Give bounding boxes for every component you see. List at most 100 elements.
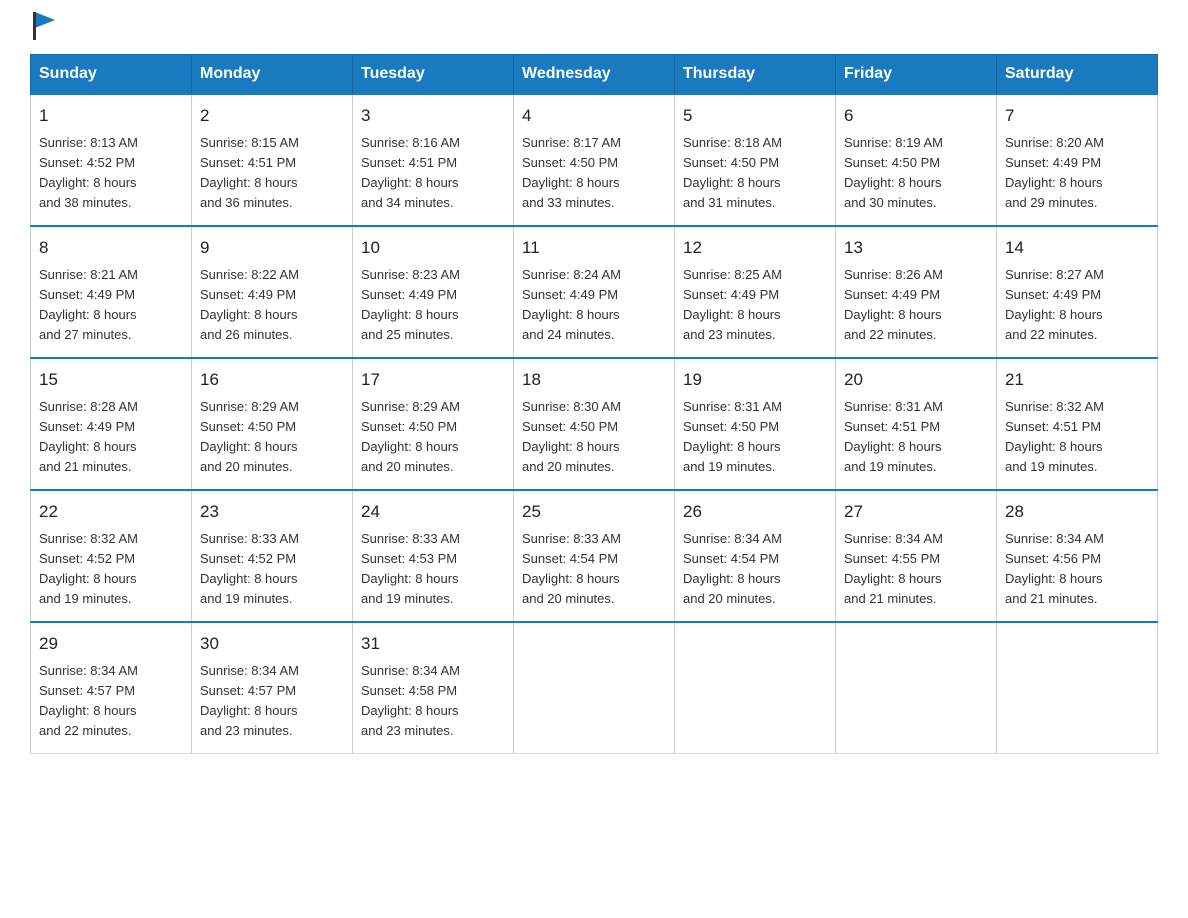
- day-number: 27: [844, 499, 988, 525]
- calendar-day-cell: 9 Sunrise: 8:22 AMSunset: 4:49 PMDaylight…: [192, 226, 353, 358]
- day-number: 4: [522, 103, 666, 129]
- day-info: Sunrise: 8:33 AMSunset: 4:52 PMDaylight:…: [200, 529, 344, 610]
- weekday-header-row: SundayMondayTuesdayWednesdayThursdayFrid…: [31, 55, 1158, 95]
- calendar-day-cell: 8 Sunrise: 8:21 AMSunset: 4:49 PMDaylight…: [31, 226, 192, 358]
- calendar-day-cell: 10Sunrise: 8:23 AMSunset: 4:49 PMDayligh…: [353, 226, 514, 358]
- day-info: Sunrise: 8:28 AMSunset: 4:49 PMDaylight:…: [39, 397, 183, 478]
- day-info: Sunrise: 8:25 AMSunset: 4:49 PMDaylight:…: [683, 265, 827, 346]
- day-number: 16: [200, 367, 344, 393]
- weekday-header-wednesday: Wednesday: [514, 55, 675, 95]
- calendar-week-row: 22Sunrise: 8:32 AMSunset: 4:52 PMDayligh…: [31, 490, 1158, 622]
- day-info: Sunrise: 8:33 AMSunset: 4:54 PMDaylight:…: [522, 529, 666, 610]
- day-number: 10: [361, 235, 505, 261]
- day-info: Sunrise: 8:18 AMSunset: 4:50 PMDaylight:…: [683, 133, 827, 214]
- day-info: Sunrise: 8:29 AMSunset: 4:50 PMDaylight:…: [200, 397, 344, 478]
- day-info: Sunrise: 8:17 AMSunset: 4:50 PMDaylight:…: [522, 133, 666, 214]
- day-number: 11: [522, 235, 666, 261]
- day-number: 17: [361, 367, 505, 393]
- calendar-day-cell: 15 Sunrise: 8:28 AMSunset: 4:49 PMDayligh…: [31, 358, 192, 490]
- calendar-week-row: 29 Sunrise: 8:34 AMSunset: 4:57 PMDayligh…: [31, 622, 1158, 754]
- calendar-day-cell: 28 Sunrise: 8:34 AMSunset: 4:56 PMDayligh…: [997, 490, 1158, 622]
- day-info: Sunrise: 8:22 AMSunset: 4:49 PMDaylight:…: [200, 265, 344, 346]
- calendar-day-cell: 17 Sunrise: 8:29 AMSunset: 4:50 PMDayligh…: [353, 358, 514, 490]
- calendar-day-cell: 1 Sunrise: 8:13 AMSunset: 4:52 PMDaylight…: [31, 94, 192, 226]
- day-number: 25: [522, 499, 666, 525]
- calendar-day-cell: [675, 622, 836, 754]
- day-number: 31: [361, 631, 505, 657]
- day-number: 24: [361, 499, 505, 525]
- day-info: Sunrise: 8:34 AMSunset: 4:56 PMDaylight:…: [1005, 529, 1149, 610]
- weekday-header-monday: Monday: [192, 55, 353, 95]
- day-info: Sunrise: 8:33 AMSunset: 4:53 PMDaylight:…: [361, 529, 505, 610]
- calendar-day-cell: 18 Sunrise: 8:30 AMSunset: 4:50 PMDayligh…: [514, 358, 675, 490]
- calendar-day-cell: 3 Sunrise: 8:16 AMSunset: 4:51 PMDaylight…: [353, 94, 514, 226]
- calendar-day-cell: 24 Sunrise: 8:33 AMSunset: 4:53 PMDayligh…: [353, 490, 514, 622]
- day-info: Sunrise: 8:34 AMSunset: 4:57 PMDaylight:…: [200, 661, 344, 742]
- calendar-week-row: 1 Sunrise: 8:13 AMSunset: 4:52 PMDaylight…: [31, 94, 1158, 226]
- weekday-header-sunday: Sunday: [31, 55, 192, 95]
- logo-flag-icon: [33, 12, 55, 40]
- day-info: Sunrise: 8:34 AMSunset: 4:58 PMDaylight:…: [361, 661, 505, 742]
- calendar-day-cell: 31 Sunrise: 8:34 AMSunset: 4:58 PMDayligh…: [353, 622, 514, 754]
- day-number: 13: [844, 235, 988, 261]
- calendar-day-cell: 19Sunrise: 8:31 AMSunset: 4:50 PMDayligh…: [675, 358, 836, 490]
- day-info: Sunrise: 8:16 AMSunset: 4:51 PMDaylight:…: [361, 133, 505, 214]
- day-number: 20: [844, 367, 988, 393]
- calendar-day-cell: 29 Sunrise: 8:34 AMSunset: 4:57 PMDayligh…: [31, 622, 192, 754]
- calendar-day-cell: 25 Sunrise: 8:33 AMSunset: 4:54 PMDayligh…: [514, 490, 675, 622]
- day-number: 23: [200, 499, 344, 525]
- day-info: Sunrise: 8:30 AMSunset: 4:50 PMDaylight:…: [522, 397, 666, 478]
- calendar-day-cell: 27Sunrise: 8:34 AMSunset: 4:55 PMDayligh…: [836, 490, 997, 622]
- day-number: 19: [683, 367, 827, 393]
- calendar-day-cell: 30 Sunrise: 8:34 AMSunset: 4:57 PMDayligh…: [192, 622, 353, 754]
- calendar-day-cell: 14 Sunrise: 8:27 AMSunset: 4:49 PMDayligh…: [997, 226, 1158, 358]
- weekday-header-thursday: Thursday: [675, 55, 836, 95]
- day-info: Sunrise: 8:19 AMSunset: 4:50 PMDaylight:…: [844, 133, 988, 214]
- day-number: 9: [200, 235, 344, 261]
- day-number: 28: [1005, 499, 1149, 525]
- calendar-day-cell: 22Sunrise: 8:32 AMSunset: 4:52 PMDayligh…: [31, 490, 192, 622]
- day-number: 12: [683, 235, 827, 261]
- calendar-day-cell: 26 Sunrise: 8:34 AMSunset: 4:54 PMDayligh…: [675, 490, 836, 622]
- day-number: 5: [683, 103, 827, 129]
- calendar-week-row: 8 Sunrise: 8:21 AMSunset: 4:49 PMDaylight…: [31, 226, 1158, 358]
- day-number: 14: [1005, 235, 1149, 261]
- day-number: 2: [200, 103, 344, 129]
- day-number: 18: [522, 367, 666, 393]
- day-info: Sunrise: 8:15 AMSunset: 4:51 PMDaylight:…: [200, 133, 344, 214]
- day-number: 7: [1005, 103, 1149, 129]
- day-number: 30: [200, 631, 344, 657]
- day-info: Sunrise: 8:29 AMSunset: 4:50 PMDaylight:…: [361, 397, 505, 478]
- calendar-day-cell: 12 Sunrise: 8:25 AMSunset: 4:49 PMDayligh…: [675, 226, 836, 358]
- calendar-day-cell: 21 Sunrise: 8:32 AMSunset: 4:51 PMDayligh…: [997, 358, 1158, 490]
- weekday-header-saturday: Saturday: [997, 55, 1158, 95]
- calendar-day-cell: [997, 622, 1158, 754]
- day-number: 29: [39, 631, 183, 657]
- day-number: 1: [39, 103, 183, 129]
- day-info: Sunrise: 8:32 AMSunset: 4:51 PMDaylight:…: [1005, 397, 1149, 478]
- day-number: 21: [1005, 367, 1149, 393]
- calendar-day-cell: 16 Sunrise: 8:29 AMSunset: 4:50 PMDayligh…: [192, 358, 353, 490]
- day-number: 6: [844, 103, 988, 129]
- calendar-week-row: 15 Sunrise: 8:28 AMSunset: 4:49 PMDayligh…: [31, 358, 1158, 490]
- weekday-header-tuesday: Tuesday: [353, 55, 514, 95]
- day-info: Sunrise: 8:34 AMSunset: 4:54 PMDaylight:…: [683, 529, 827, 610]
- day-number: 8: [39, 235, 183, 261]
- calendar-day-cell: 11 Sunrise: 8:24 AMSunset: 4:49 PMDayligh…: [514, 226, 675, 358]
- day-number: 15: [39, 367, 183, 393]
- day-info: Sunrise: 8:13 AMSunset: 4:52 PMDaylight:…: [39, 133, 183, 214]
- weekday-header-friday: Friday: [836, 55, 997, 95]
- day-info: Sunrise: 8:34 AMSunset: 4:57 PMDaylight:…: [39, 661, 183, 742]
- calendar-day-cell: [514, 622, 675, 754]
- day-info: Sunrise: 8:21 AMSunset: 4:49 PMDaylight:…: [39, 265, 183, 346]
- day-info: Sunrise: 8:32 AMSunset: 4:52 PMDaylight:…: [39, 529, 183, 610]
- day-number: 3: [361, 103, 505, 129]
- day-info: Sunrise: 8:24 AMSunset: 4:49 PMDaylight:…: [522, 265, 666, 346]
- day-number: 26: [683, 499, 827, 525]
- day-info: Sunrise: 8:27 AMSunset: 4:49 PMDaylight:…: [1005, 265, 1149, 346]
- day-info: Sunrise: 8:26 AMSunset: 4:49 PMDaylight:…: [844, 265, 988, 346]
- calendar-day-cell: [836, 622, 997, 754]
- calendar-day-cell: 4 Sunrise: 8:17 AMSunset: 4:50 PMDaylight…: [514, 94, 675, 226]
- calendar-day-cell: 6 Sunrise: 8:19 AMSunset: 4:50 PMDaylight…: [836, 94, 997, 226]
- logo: [30, 20, 55, 34]
